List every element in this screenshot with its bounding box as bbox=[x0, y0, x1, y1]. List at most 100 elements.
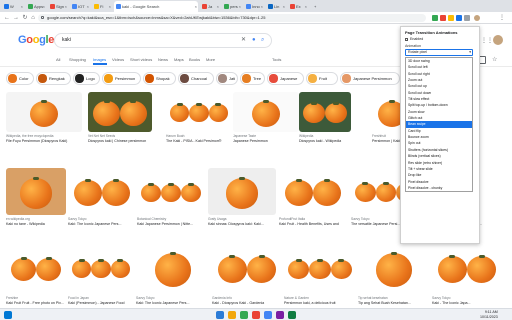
image-result[interactable] bbox=[88, 92, 152, 132]
filter-chip[interactable]: Rengkak bbox=[36, 72, 71, 85]
image-source[interactable]: Japanese Taste bbox=[233, 134, 299, 138]
close-tab-icon[interactable]: × bbox=[43, 1, 45, 12]
search-tab-maps[interactable]: Maps bbox=[174, 57, 184, 62]
apps-grid-icon[interactable]: ⋮⋮ bbox=[481, 37, 493, 44]
close-tab-icon[interactable]: × bbox=[283, 1, 285, 12]
image-title[interactable]: Kaki - The Iconic Japa... bbox=[432, 301, 502, 305]
image-result[interactable] bbox=[284, 242, 356, 294]
clock[interactable]: 9:11 AM 10/11/2023 bbox=[480, 310, 498, 320]
close-tab-icon[interactable]: × bbox=[109, 1, 111, 12]
browser-tab[interactable]: kaki - Google Search × bbox=[114, 1, 198, 12]
browser-tab[interactable]: Apps × bbox=[26, 1, 46, 12]
filter-chip[interactable]: Japanese bbox=[267, 72, 304, 85]
browser-tab[interactable]: Inno × bbox=[244, 1, 264, 12]
search-input[interactable]: kaki ✕ ● ⌕ bbox=[54, 33, 272, 48]
image-source[interactable]: Savvy Tokyo bbox=[68, 217, 136, 221]
browser-tab[interactable]: Ja × bbox=[200, 1, 220, 12]
extensions-puzzle-icon[interactable] bbox=[464, 15, 470, 21]
image-source[interactable]: Tip sehat kesehatan bbox=[358, 296, 430, 300]
search-tab-news[interactable]: News bbox=[158, 57, 168, 62]
image-source[interactable]: Food in Japan bbox=[68, 296, 134, 300]
taskbar-app-icon[interactable] bbox=[252, 311, 260, 319]
filter-chip[interactable]: Shopak bbox=[143, 72, 176, 85]
image-title[interactable]: Persimmon kaki, a delicious fruit bbox=[284, 301, 356, 305]
search-tab-books[interactable]: Books bbox=[189, 57, 200, 62]
browser-tab[interactable]: IOT × bbox=[70, 1, 90, 12]
image-result[interactable] bbox=[136, 242, 210, 294]
search-tab-images[interactable]: Images bbox=[93, 57, 106, 62]
image-result[interactable] bbox=[208, 168, 276, 215]
forward-icon[interactable]: → bbox=[12, 14, 20, 22]
taskbar-app-icon[interactable] bbox=[276, 311, 284, 319]
filter-chip[interactable]: Japanese Persimmon bbox=[340, 72, 400, 85]
browser-tab[interactable]: pers × bbox=[222, 1, 242, 12]
filter-chip[interactable]: Jati bbox=[216, 72, 238, 85]
image-source[interactable]: Savvy Tokyo bbox=[136, 296, 210, 300]
chrome-taskbar-icon[interactable] bbox=[264, 311, 272, 319]
image-source[interactable]: Harum Buah bbox=[166, 134, 232, 138]
image-source[interactable]: Gardenia Info bbox=[212, 296, 282, 300]
enabled-checkbox[interactable]: Enabled bbox=[405, 37, 423, 41]
close-tab-icon[interactable]: × bbox=[195, 1, 197, 12]
home-icon[interactable]: ⌂ bbox=[29, 14, 37, 22]
image-source[interactable]: Vet Net Net Seeds bbox=[88, 134, 152, 138]
new-tab-icon[interactable]: + bbox=[312, 1, 322, 12]
back-icon[interactable]: ← bbox=[3, 14, 11, 22]
image-result[interactable] bbox=[166, 92, 232, 132]
image-title[interactable]: Kaki: The Iconic Japanese Pers... bbox=[68, 222, 136, 226]
image-title[interactable]: Diospyros kaki - Wikipedia bbox=[299, 139, 351, 143]
animation-select[interactable]: Rotate pixel ▾ bbox=[405, 49, 473, 56]
image-source[interactable]: Botanical Chemistry bbox=[137, 217, 205, 221]
image-result[interactable] bbox=[233, 92, 299, 132]
animation-options-list[interactable]: 3D door swing Scroll out left Scroll out r… bbox=[405, 57, 473, 193]
image-title[interactable]: Kaki Fruit - Health Benefits, Uses and bbox=[279, 222, 347, 226]
animation-option[interactable]: Pixel dissolve - chunky bbox=[406, 185, 472, 191]
extension-icon[interactable] bbox=[448, 15, 454, 21]
image-title[interactable]: Kaki (Persimmon) - Japanese Food bbox=[68, 301, 134, 305]
search-tab-videos[interactable]: Videos bbox=[112, 57, 124, 62]
image-title[interactable]: Diospyros kaki | Chinese persimmon bbox=[88, 139, 152, 143]
taskbar-app-icon[interactable] bbox=[216, 311, 224, 319]
search-icon[interactable]: ⌕ bbox=[261, 37, 264, 44]
taskbar-app-icon[interactable] bbox=[240, 311, 248, 319]
image-result[interactable] bbox=[279, 168, 347, 215]
image-result[interactable] bbox=[137, 168, 205, 215]
image-title[interactable]: Kaki sinnas: Diospyros kaki: Kaki... bbox=[208, 222, 276, 226]
image-title[interactable]: Kaki no tane - Wikipedia bbox=[6, 222, 66, 226]
extension-icon[interactable] bbox=[440, 15, 446, 21]
profile-icon[interactable] bbox=[474, 15, 480, 21]
image-title[interactable]: File:Fuyu Persimmon (Diospyros Kaki) bbox=[6, 139, 82, 143]
google-logo[interactable]: Google bbox=[18, 34, 54, 46]
image-source[interactable]: Wikipedia, the free encyclopedia bbox=[6, 134, 82, 138]
image-title[interactable]: Tip ang Sehat Buah Kesehatan... bbox=[358, 301, 430, 305]
menu-icon[interactable]: ⋮ bbox=[498, 14, 506, 22]
image-result[interactable] bbox=[68, 242, 134, 294]
taskbar-app-icon[interactable] bbox=[228, 311, 236, 319]
close-tab-icon[interactable]: × bbox=[87, 1, 89, 12]
image-result[interactable] bbox=[6, 92, 82, 132]
search-tab-shopping[interactable]: Shopping bbox=[69, 57, 86, 62]
extension-icon[interactable] bbox=[432, 15, 438, 21]
filter-chip[interactable]: Persimmon bbox=[102, 72, 141, 85]
image-title[interactable]: The Kaki - PISIA - Kaki Persimon® bbox=[166, 139, 232, 143]
taskbar-app-icon[interactable] bbox=[288, 311, 296, 319]
browser-tab[interactable]: Ex × bbox=[288, 1, 308, 12]
filter-chip[interactable]: Charcoal bbox=[178, 72, 214, 85]
image-title[interactable]: Kaki: The Iconic Japanese Pers... bbox=[136, 301, 210, 305]
image-result[interactable] bbox=[6, 168, 66, 215]
avatar[interactable] bbox=[493, 35, 503, 45]
search-tab-all[interactable]: All bbox=[56, 57, 60, 62]
image-source[interactable]: en.wikipedia.org bbox=[6, 217, 66, 221]
image-source[interactable]: Freshbe bbox=[6, 296, 66, 300]
search-tab-short-videos[interactable]: Short videos bbox=[130, 57, 152, 62]
image-source[interactable]: Savvy Tokyo bbox=[432, 296, 502, 300]
tools-button[interactable]: Tools bbox=[272, 57, 281, 62]
image-title[interactable]: Kaki Japanese Persimmon | Nitte... bbox=[137, 222, 205, 226]
url-bar[interactable]: google.com/search?q=kaki&sca_esv=1&tbm=i… bbox=[38, 14, 426, 22]
browser-tab[interactable]: Sign × bbox=[48, 1, 68, 12]
image-source[interactable]: Wikipedia bbox=[299, 134, 351, 138]
image-result[interactable] bbox=[68, 168, 136, 215]
image-source[interactable]: Grafy Usaga bbox=[208, 217, 276, 221]
checkbox-box[interactable] bbox=[405, 37, 408, 41]
microphone-icon[interactable]: ● bbox=[252, 37, 256, 44]
